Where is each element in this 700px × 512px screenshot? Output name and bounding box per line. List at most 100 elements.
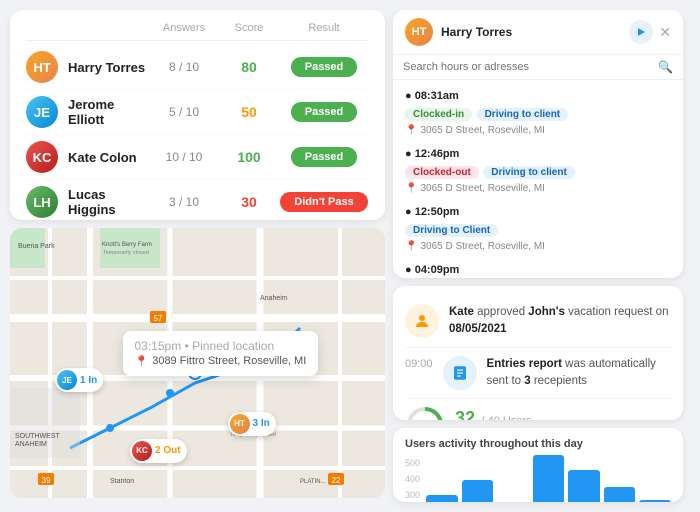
col-name — [26, 22, 149, 34]
quiz-header: Answers Score Result — [26, 22, 369, 41]
chart-bar — [568, 470, 600, 503]
timeline-entry: ● 12:46pm Clocked-out Driving to client … — [393, 142, 683, 200]
chart-bar-group: 2 — [533, 455, 565, 503]
svg-text:22: 22 — [332, 476, 341, 485]
col-result: Result — [279, 22, 369, 34]
quiz-answers: 3 / 10 — [149, 195, 219, 209]
timeline-entry: ● 04:09pm — [393, 258, 683, 278]
chart-bar-group: 4 — [604, 487, 636, 503]
quiz-rows: HT Harry Torres 8 / 10 80 Passed JE Jero… — [26, 45, 369, 220]
svg-text:Anaheim: Anaheim — [260, 295, 288, 302]
y-axis-label: 400 — [405, 474, 420, 484]
quiz-row: HT Harry Torres 8 / 10 80 Passed — [26, 45, 369, 90]
col-answers: Answers — [149, 22, 219, 34]
tl-action-chip: Driving to client — [477, 108, 569, 121]
quiz-row: LH Lucas Higgins 3 / 10 30 Didn't Pass — [26, 180, 369, 220]
quiz-results-panel: Answers Score Result HT Harry Torres 8 /… — [10, 10, 385, 220]
timeline-entries: ● 08:31am Clocked-in Driving to client 📍… — [393, 80, 683, 278]
chart-bar-group: 6 — [639, 500, 671, 503]
user-name: Kate Colon — [68, 150, 137, 165]
avatar: JE — [26, 96, 58, 128]
map-background: Buena Park Knott's Berry Farm Temporaril… — [10, 228, 385, 498]
quiz-answers: 8 / 10 — [149, 60, 219, 74]
svg-text:ANAHEIM: ANAHEIM — [15, 441, 47, 448]
timeline-panel: HT Harry Torres ✕ 🔍 ● 08:31am Clocked-in… — [393, 10, 683, 278]
tl-time: ● 08:31am — [405, 90, 671, 102]
tl-action-chip: Driving to Client — [405, 224, 498, 237]
notification-kate: Kate approved John's vacation request on… — [405, 296, 671, 348]
timeline-user: HT Harry Torres — [405, 18, 512, 46]
notification-icon-entries — [443, 356, 477, 390]
progress-donut-completed: 80% — [405, 405, 445, 419]
progress-completed: 80% 32 / 40 Users Have completed — [405, 399, 671, 419]
close-icon[interactable]: ✕ — [659, 24, 671, 41]
notification-time: 09:00 — [405, 356, 433, 370]
result-badge: Passed — [291, 102, 358, 122]
col-score: Score — [219, 22, 279, 34]
quiz-score: 50 — [219, 104, 279, 120]
map-pin-3[interactable]: HT 3 In — [228, 412, 276, 436]
quiz-result: Passed — [279, 57, 369, 77]
chart-bar — [462, 480, 494, 503]
svg-text:Temporarily closed: Temporarily closed — [103, 250, 149, 256]
quiz-score: 100 — [219, 149, 279, 165]
timeline-play-button[interactable] — [629, 20, 653, 44]
chart-bar — [533, 455, 565, 503]
svg-text:Buena Park: Buena Park — [18, 243, 55, 250]
quiz-answers: 10 / 10 — [149, 150, 219, 164]
user-name: Jerome Elliott — [68, 97, 149, 127]
tl-address: 📍3065 D Street, Roseville, MI — [405, 183, 671, 194]
progress-info-completed: 32 / 40 Users Have completed — [455, 408, 671, 419]
quiz-answers: 5 / 10 — [149, 105, 219, 119]
quiz-row: KC Kate Colon 10 / 10 100 Passed — [26, 135, 369, 180]
notification-entries-text: Entries report was automatically sent to… — [487, 356, 671, 391]
chart-bar-group: 27 — [426, 495, 458, 503]
chart-title: Users activity throughout this day — [405, 438, 671, 450]
timeline-search[interactable]: 🔍 — [393, 55, 683, 80]
chart-bars: 27 29 1 2 3 4 6 — [426, 458, 671, 503]
right-column: HT Harry Torres ✕ 🔍 ● 08:31am Clocked-in… — [393, 10, 683, 502]
tl-address: 📍3065 D Street, Roseville, MI — [405, 125, 671, 136]
y-axis-label: 300 — [405, 490, 420, 500]
chart-bar — [426, 495, 458, 503]
notification-entries: 09:00 Entries report was automatically s… — [405, 348, 671, 400]
chart-yaxis: 500400300200100 — [405, 458, 426, 503]
tl-status-chip: Clocked-out — [405, 166, 479, 179]
quiz-score: 80 — [219, 59, 279, 75]
quiz-score: 30 — [219, 194, 279, 210]
quiz-row: JE Jerome Elliott 5 / 10 50 Passed — [26, 90, 369, 135]
result-badge: Passed — [291, 147, 358, 167]
svg-text:57: 57 — [154, 314, 163, 323]
activity-chart-panel: Users activity throughout this day 50040… — [393, 428, 683, 503]
user-name: Lucas Higgins — [68, 187, 149, 217]
quiz-result: Didn't Pass — [279, 192, 369, 212]
tl-action-chip: Driving to client — [483, 166, 575, 179]
tl-address: 📍3065 D Street, Roseville, MI — [405, 241, 671, 252]
avatar: HT — [26, 51, 58, 83]
tl-time: ● 12:46pm — [405, 148, 671, 160]
user-info: LH Lucas Higgins — [26, 186, 149, 218]
map-pin-2[interactable]: KC 2 Out — [130, 439, 187, 463]
avatar: LH — [26, 186, 58, 218]
map-callout: 03:15pm • Pinned location 📍 3089 Fittro … — [123, 331, 319, 376]
search-icon: 🔍 — [658, 60, 673, 74]
quiz-result: Passed — [279, 147, 369, 167]
user-info: JE Jerome Elliott — [26, 96, 149, 128]
result-badge: Passed — [291, 57, 358, 77]
timeline-search-input[interactable] — [403, 61, 652, 73]
map-panel: Buena Park Knott's Berry Farm Temporaril… — [10, 228, 385, 498]
callout-time: 03:15pm • Pinned location — [135, 339, 307, 353]
timeline-username: Harry Torres — [441, 25, 512, 39]
timeline-entry: ● 08:31am Clocked-in Driving to client 📍… — [393, 84, 683, 142]
quiz-result: Passed — [279, 102, 369, 122]
chart-bar-group: 3 — [568, 470, 600, 503]
user-info: HT Harry Torres — [26, 51, 149, 83]
chart-bar — [639, 500, 671, 503]
avatar: KC — [26, 141, 58, 173]
chart-bar — [604, 487, 636, 503]
map-pin-1[interactable]: JE 1 In — [55, 368, 103, 392]
timeline-header: HT Harry Torres ✕ — [393, 10, 683, 55]
timeline-entry: ● 12:50pm Driving to Client 📍3065 D Stre… — [393, 200, 683, 258]
notification-icon — [405, 304, 439, 338]
chart-bar-group: 29 — [462, 480, 494, 503]
